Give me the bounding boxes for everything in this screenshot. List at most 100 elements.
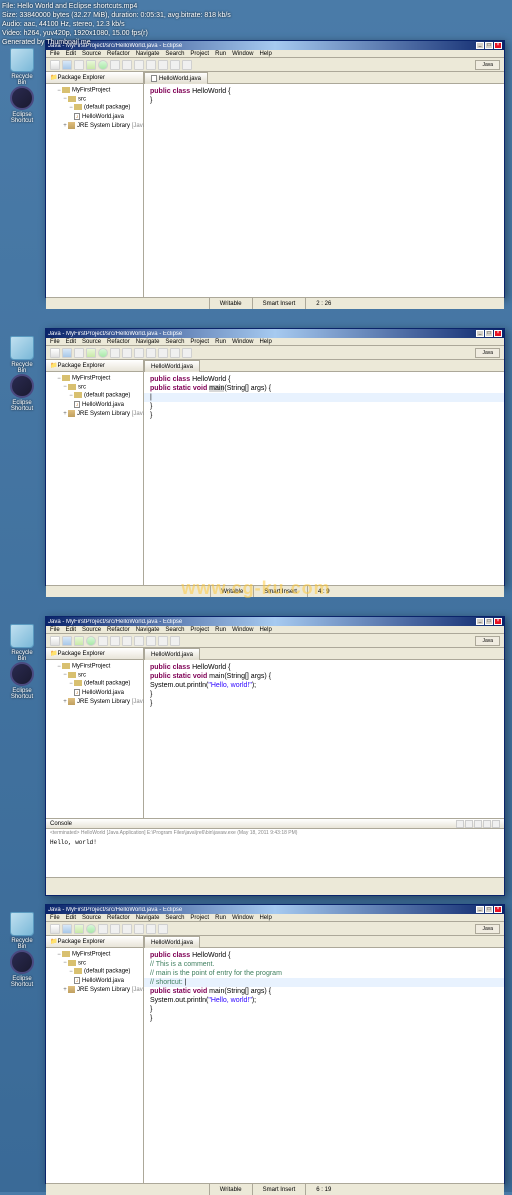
run-button[interactable] bbox=[98, 348, 108, 358]
back-button[interactable] bbox=[170, 348, 180, 358]
tree-package[interactable]: −(default package) bbox=[48, 967, 141, 976]
save-button[interactable] bbox=[62, 924, 72, 934]
menu-run[interactable]: Run bbox=[215, 915, 226, 921]
eclipse-shortcut-icon[interactable]: Eclipse Shortcut bbox=[8, 86, 36, 124]
print-button[interactable] bbox=[74, 60, 84, 70]
menu-project[interactable]: Project bbox=[190, 915, 209, 921]
menu-help[interactable]: Help bbox=[259, 51, 271, 57]
menu-search[interactable]: Search bbox=[165, 51, 184, 57]
t10[interactable] bbox=[158, 348, 168, 358]
tree-package[interactable]: −(default package) bbox=[48, 391, 141, 400]
package-tree[interactable]: −MyFirstProject −src −(default package) … bbox=[46, 948, 143, 1183]
toggle-button[interactable] bbox=[158, 60, 168, 70]
new-button[interactable] bbox=[50, 924, 60, 934]
close-button[interactable]: × bbox=[494, 906, 502, 913]
menu-navigate[interactable]: Navigate bbox=[136, 51, 160, 57]
close-button[interactable]: × bbox=[494, 618, 502, 625]
debug-button[interactable] bbox=[86, 348, 96, 358]
menu-search[interactable]: Search bbox=[165, 915, 184, 921]
console-display-icon[interactable] bbox=[483, 820, 491, 828]
console-open-icon[interactable] bbox=[492, 820, 500, 828]
new-package-button[interactable] bbox=[110, 60, 120, 70]
recycle-bin-icon[interactable]: Recycle Bin bbox=[8, 912, 36, 950]
forward-button[interactable] bbox=[182, 60, 192, 70]
menu-window[interactable]: Window bbox=[232, 915, 253, 921]
menu-run[interactable]: Run bbox=[215, 339, 226, 345]
menu-help[interactable]: Help bbox=[259, 915, 271, 921]
maximize-button[interactable]: □ bbox=[485, 618, 493, 625]
t6[interactable] bbox=[110, 636, 120, 646]
save-button[interactable] bbox=[62, 60, 72, 70]
tree-project[interactable]: −MyFirstProject bbox=[48, 950, 141, 959]
t8[interactable] bbox=[134, 348, 144, 358]
new-button[interactable] bbox=[50, 636, 60, 646]
menu-source[interactable]: Source bbox=[82, 51, 101, 57]
t7[interactable] bbox=[122, 924, 132, 934]
tree-project[interactable]: −MyFirstProject bbox=[48, 662, 141, 671]
t6[interactable] bbox=[110, 348, 120, 358]
package-explorer-header[interactable]: 📁 Package Explorer bbox=[46, 936, 143, 948]
tree-src[interactable]: −src bbox=[48, 95, 141, 104]
menu-project[interactable]: Project bbox=[190, 51, 209, 57]
recycle-bin-icon[interactable]: Recycle Bin bbox=[8, 624, 36, 662]
new-button[interactable] bbox=[50, 348, 60, 358]
close-button[interactable]: × bbox=[494, 42, 502, 49]
editor-tab-hello[interactable]: HelloWorld.java bbox=[144, 360, 200, 372]
eclipse-shortcut-icon[interactable]: Eclipse Shortcut bbox=[8, 662, 36, 700]
tree-file[interactable]: HelloWorld.java bbox=[48, 400, 141, 409]
menu-window[interactable]: Window bbox=[232, 339, 253, 345]
minimize-button[interactable]: _ bbox=[476, 42, 484, 49]
recycle-bin-icon[interactable]: Recycle Bin bbox=[8, 336, 36, 374]
menu-navigate[interactable]: Navigate bbox=[136, 915, 160, 921]
debug-button[interactable] bbox=[74, 924, 84, 934]
menu-refactor[interactable]: Refactor bbox=[107, 627, 130, 633]
editor-content[interactable]: public class HelloWorld { public static … bbox=[144, 660, 504, 818]
menu-file[interactable]: File bbox=[50, 915, 60, 921]
titlebar[interactable]: Java - MyFirstProject/src/HelloWorld.jav… bbox=[46, 905, 504, 914]
maximize-button[interactable]: □ bbox=[485, 42, 493, 49]
tree-jre[interactable]: +JRE System Library [JavaSE-1.6] bbox=[48, 697, 141, 706]
new-class-button[interactable] bbox=[122, 60, 132, 70]
close-button[interactable]: × bbox=[494, 330, 502, 337]
run-button[interactable] bbox=[86, 636, 96, 646]
menu-source[interactable]: Source bbox=[82, 915, 101, 921]
menu-project[interactable]: Project bbox=[190, 627, 209, 633]
tree-package[interactable]: −(default package) bbox=[48, 103, 141, 112]
menu-help[interactable]: Help bbox=[259, 627, 271, 633]
tree-file[interactable]: HelloWorld.java bbox=[48, 688, 141, 697]
save-button[interactable] bbox=[62, 348, 72, 358]
menu-source[interactable]: Source bbox=[82, 627, 101, 633]
package-tree[interactable]: −MyFirstProject −src −(default package) … bbox=[46, 372, 143, 585]
tree-src[interactable]: −src bbox=[48, 959, 141, 968]
debug-button[interactable] bbox=[74, 636, 84, 646]
menu-navigate[interactable]: Navigate bbox=[136, 627, 160, 633]
titlebar[interactable]: Java - MyFirstProject/src/HelloWorld.jav… bbox=[46, 329, 504, 338]
t8[interactable] bbox=[134, 924, 144, 934]
editor-content[interactable]: public class HelloWorld { } bbox=[144, 84, 504, 297]
t7[interactable] bbox=[122, 348, 132, 358]
menu-navigate[interactable]: Navigate bbox=[136, 339, 160, 345]
eclipse-shortcut-icon[interactable]: Eclipse Shortcut bbox=[8, 374, 36, 412]
package-tree[interactable]: −MyFirstProject −src −(default package) … bbox=[46, 660, 143, 818]
menu-window[interactable]: Window bbox=[232, 51, 253, 57]
tree-src[interactable]: −src bbox=[48, 671, 141, 680]
menu-help[interactable]: Help bbox=[259, 339, 271, 345]
tree-jre[interactable]: +JRE System Library [JavaSE-1.6] bbox=[48, 121, 141, 130]
menu-refactor[interactable]: Refactor bbox=[107, 51, 130, 57]
back-button[interactable] bbox=[158, 636, 168, 646]
editor-tab-hello[interactable]: HelloWorld.java bbox=[144, 936, 200, 948]
minimize-button[interactable]: _ bbox=[476, 330, 484, 337]
menu-source[interactable]: Source bbox=[82, 339, 101, 345]
debug-button[interactable] bbox=[86, 60, 96, 70]
tree-project[interactable]: −MyFirstProject bbox=[48, 374, 141, 383]
recycle-bin-icon[interactable]: Recycle Bin bbox=[8, 48, 36, 86]
back-button[interactable] bbox=[170, 60, 180, 70]
menu-run[interactable]: Run bbox=[215, 51, 226, 57]
open-type-button[interactable] bbox=[134, 60, 144, 70]
minimize-button[interactable]: _ bbox=[476, 906, 484, 913]
menu-refactor[interactable]: Refactor bbox=[107, 339, 130, 345]
t8[interactable] bbox=[134, 636, 144, 646]
java-perspective[interactable]: Java bbox=[475, 60, 500, 70]
t5[interactable] bbox=[98, 636, 108, 646]
package-explorer-header[interactable]: 📁 Package Explorer bbox=[46, 360, 143, 372]
